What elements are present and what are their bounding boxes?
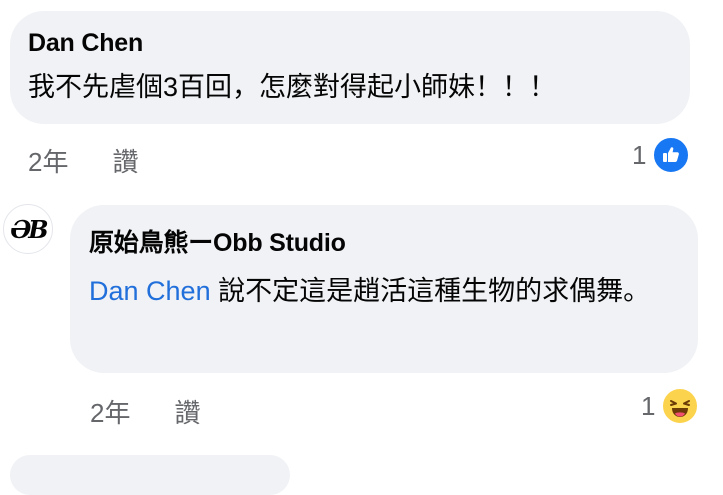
mention-link[interactable]: Dan Chen xyxy=(89,276,211,306)
comment-timestamp[interactable]: 2年 xyxy=(28,142,68,179)
reply-like-button[interactable]: 讚 xyxy=(174,393,200,430)
reply-reaction-count: 1 xyxy=(641,390,656,421)
reply-meta: 2年 讚 xyxy=(90,393,200,430)
avatar[interactable]: ƏB xyxy=(3,204,53,254)
reply-bubble: 原始鳥熊ーObb Studio Dan Chen 說不定這是趙活這種生物的求偶舞… xyxy=(70,205,698,373)
reply-author[interactable]: 原始鳥熊ーObb Studio xyxy=(89,227,680,259)
haha-icon xyxy=(661,387,700,425)
comment-bubble: Dan Chen 我不先虐個3百回，怎麼對得起小師妹！！！ xyxy=(10,11,690,124)
comment-author[interactable]: Dan Chen xyxy=(28,27,672,59)
comment-reactions[interactable]: 1 xyxy=(632,136,691,174)
reaction-count: 1 xyxy=(632,139,647,170)
comment-text: 我不先虐個3百回，怎麼對得起小師妹！！！ xyxy=(28,72,557,102)
reply-text: Dan Chen 說不定這是趙活這種生物的求偶舞。 xyxy=(89,265,680,317)
next-comment-bubble xyxy=(10,455,290,495)
like-button[interactable]: 讚 xyxy=(112,142,138,179)
reply-reactions[interactable]: 1 xyxy=(641,387,700,425)
reply-body: 說不定這是趙活這種生物的求偶舞。 xyxy=(210,276,651,306)
reply-timestamp[interactable]: 2年 xyxy=(90,393,130,430)
comment-meta: 2年 讚 xyxy=(28,142,138,179)
avatar-logo: ƏB xyxy=(10,214,48,244)
like-icon xyxy=(652,136,691,174)
